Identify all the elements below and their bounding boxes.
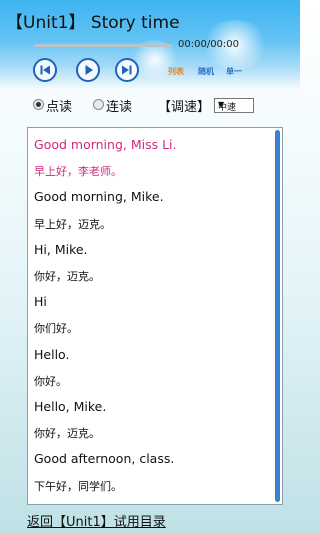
sentence-line[interactable]: Hello. — [34, 347, 69, 362]
speed-select[interactable]: 中速 ▼ — [214, 98, 254, 113]
time-display: 00:00/00:00 — [178, 39, 240, 50]
playlist-mode-link[interactable]: 列表 — [168, 66, 184, 77]
sentence-line[interactable]: 你好，迈克。 — [34, 425, 100, 441]
sentence-line[interactable]: 下午好，同学们。 — [34, 478, 122, 494]
skip-back-icon — [40, 65, 50, 75]
sentence-line[interactable]: Hi, Mike. — [34, 242, 88, 257]
sentence-list: Good morning, Miss Li. 早上好，李老师。 Good morni… — [27, 127, 283, 505]
page-title: 【Unit1】 Story time — [6, 13, 180, 33]
shuffle-mode-link[interactable]: 随机 — [198, 66, 214, 77]
previous-button[interactable] — [33, 58, 57, 82]
sentence-line[interactable]: 你好，迈克。 — [34, 268, 100, 284]
back-to-unit-link[interactable]: 返回【Unit1】试用目录 — [27, 511, 166, 530]
sentence-line[interactable]: 你好。 — [34, 373, 67, 389]
next-button[interactable] — [115, 58, 139, 82]
sentence-line[interactable]: 你们好。 — [34, 320, 78, 336]
mode-single-radio[interactable] — [33, 99, 44, 110]
play-button[interactable] — [76, 58, 100, 82]
sentence-line[interactable]: 早上好，李老师。 — [34, 163, 122, 179]
sentence-line[interactable]: Hello, Mike. — [34, 399, 106, 414]
speed-label: 【调速】 — [158, 100, 211, 115]
chevron-down-icon: ▼ — [218, 100, 225, 109]
progress-bar[interactable] — [34, 44, 172, 47]
sentence-line[interactable]: Good afternoon, class. — [34, 451, 174, 466]
play-icon — [85, 65, 93, 75]
mode-continuous-label: 连读 — [106, 100, 133, 115]
mode-single-label: 点读 — [46, 100, 73, 115]
sentence-line[interactable]: Hi — [34, 294, 47, 309]
mode-continuous-radio[interactable] — [93, 99, 104, 110]
sentence-line[interactable]: 早上好，迈克。 — [34, 216, 111, 232]
scrollbar[interactable] — [275, 130, 280, 502]
sentence-line[interactable]: Good morning, Miss Li. — [34, 137, 177, 152]
skip-forward-icon — [122, 65, 132, 75]
sentence-line[interactable]: Good morning, Mike. — [34, 189, 164, 204]
single-mode-link[interactable]: 单一 — [226, 66, 242, 77]
